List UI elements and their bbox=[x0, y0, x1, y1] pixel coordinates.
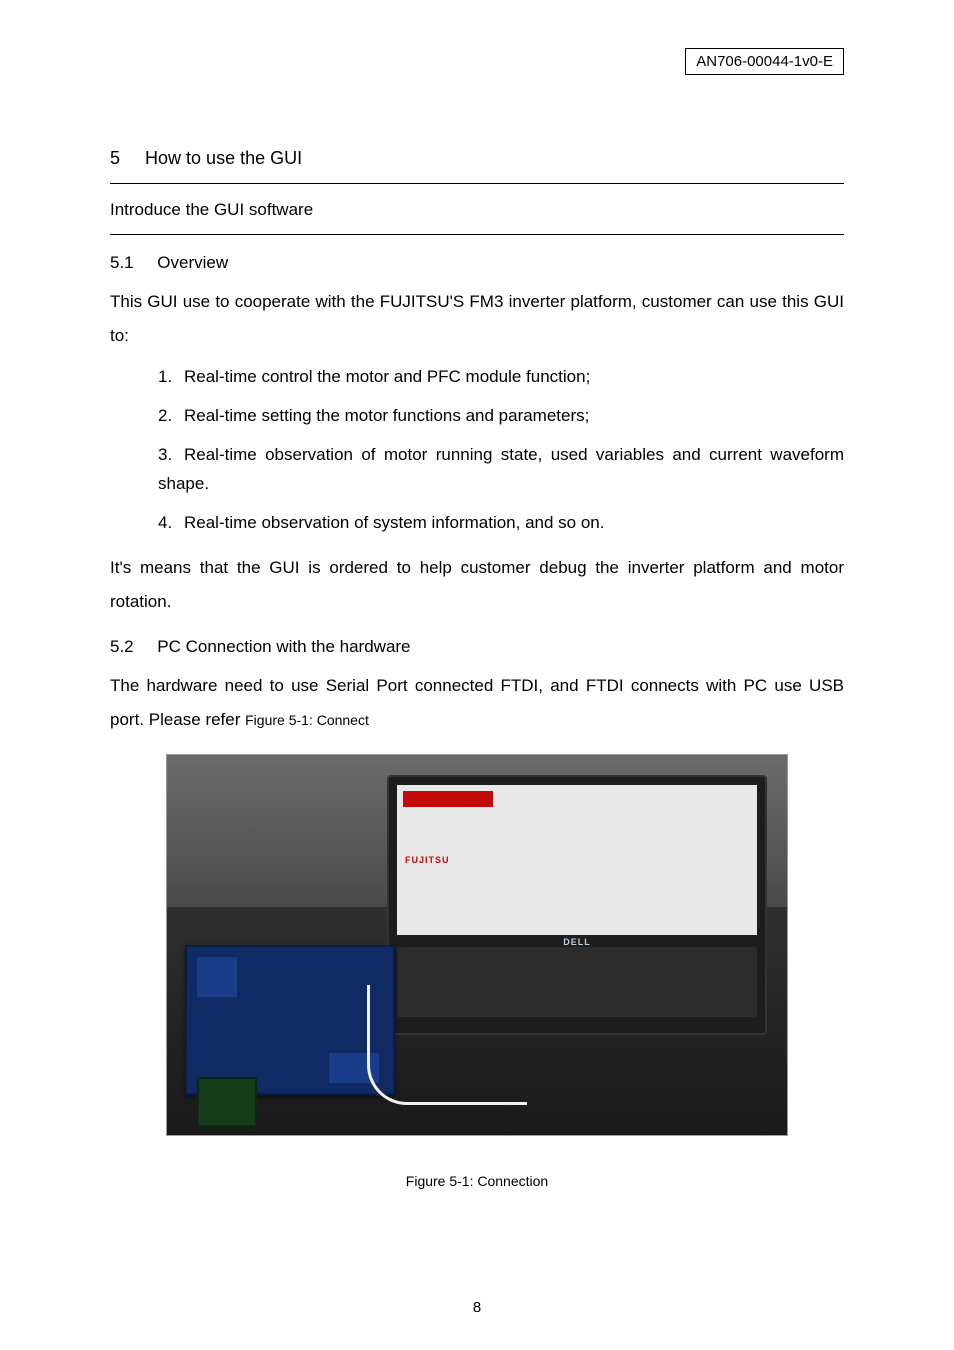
page-number: 8 bbox=[0, 1299, 954, 1316]
list-item: 3.Real-time observation of motor running… bbox=[158, 441, 844, 499]
list-number: 4. bbox=[158, 509, 184, 538]
pcb-board bbox=[185, 945, 395, 1095]
connection-body-ref: Figure 5-1: Connect bbox=[245, 712, 369, 728]
list-text: Real-time setting the motor functions an… bbox=[184, 406, 589, 425]
list-item: 2.Real-time setting the motor functions … bbox=[158, 402, 844, 431]
usb-cable bbox=[367, 985, 527, 1105]
list-item: 4.Real-time observation of system inform… bbox=[158, 509, 844, 538]
section-title: How to use the GUI bbox=[145, 148, 302, 168]
overview-lead: This GUI use to cooperate with the FUJIT… bbox=[110, 285, 844, 353]
connection-body: The hardware need to use Serial Port con… bbox=[110, 669, 844, 737]
section-heading: 5 How to use the GUI bbox=[110, 148, 844, 169]
list-text: Real-time observation of system informat… bbox=[184, 513, 604, 532]
figure-caption: Figure 5-1: Connection bbox=[110, 1173, 844, 1189]
list-item: 1.Real-time control the motor and PFC mo… bbox=[158, 363, 844, 392]
list-text: Real-time observation of motor running s… bbox=[158, 445, 844, 493]
subsection-number: 5.1 bbox=[110, 253, 134, 272]
list-number: 2. bbox=[158, 402, 184, 431]
list-number: 3. bbox=[158, 441, 184, 470]
overview-tail: It's means that the GUI is ordered to he… bbox=[110, 551, 844, 619]
small-pcb bbox=[197, 1077, 257, 1127]
document-number-box: AN706-00044-1v0-E bbox=[685, 48, 844, 75]
fujitsu-label: FUJITSU bbox=[405, 855, 450, 865]
list-number: 1. bbox=[158, 363, 184, 392]
section-number: 5 bbox=[110, 148, 120, 168]
connection-body-a: The hardware need to use Serial Port con… bbox=[110, 676, 844, 729]
subsection-title: Overview bbox=[157, 253, 228, 272]
subsection-number: 5.2 bbox=[110, 637, 134, 656]
divider bbox=[110, 234, 844, 235]
figure-wrap: FUJITSU DELL Figure 5-1: Connection bbox=[110, 755, 844, 1189]
document-number: AN706-00044-1v0-E bbox=[696, 53, 833, 70]
subsection-connection-heading: 5.2 PC Connection with the hardware bbox=[110, 637, 844, 657]
list-text: Real-time control the motor and PFC modu… bbox=[184, 367, 590, 386]
overview-list: 1.Real-time control the motor and PFC mo… bbox=[110, 363, 844, 537]
page-container: AN706-00044-1v0-E 5 How to use the GUI I… bbox=[0, 0, 954, 1350]
red-bar bbox=[403, 791, 493, 807]
laptop-screen: FUJITSU bbox=[397, 785, 757, 935]
subsection-overview-heading: 5.1 Overview bbox=[110, 253, 844, 273]
divider bbox=[110, 183, 844, 184]
laptop-brand: DELL bbox=[563, 937, 591, 947]
figure-image: FUJITSU DELL bbox=[167, 755, 787, 1135]
subsection-title: PC Connection with the hardware bbox=[157, 637, 410, 656]
intro-line: Introduce the GUI software bbox=[110, 200, 844, 220]
